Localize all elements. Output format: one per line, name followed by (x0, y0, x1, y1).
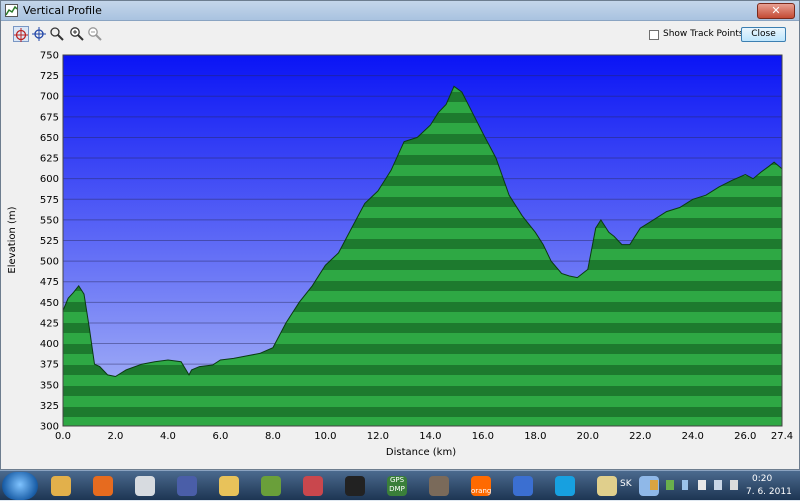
tray-network-icon[interactable] (666, 480, 674, 490)
y-tick-label: 400 (40, 339, 59, 350)
zoom-in-icon (70, 27, 84, 41)
y-tick-label: 575 (40, 195, 59, 206)
select-tool-button[interactable] (13, 26, 29, 42)
zoom-region-icon (50, 27, 64, 41)
x-tick-label: 26.0 (734, 431, 756, 442)
plot-area: 300 325 350 375 400 425 450 475 500 525 550 575 600 6… (1, 47, 799, 467)
notebook-icon (429, 476, 449, 496)
show-track-points-checkbox[interactable] (649, 30, 659, 40)
windows-explorer-icon (51, 476, 71, 496)
x-tick-label: 8.0 (265, 431, 281, 442)
battery-icon[interactable] (698, 480, 706, 490)
show-track-points-label: Show Track Points (663, 29, 744, 39)
y-tick-label: 625 (40, 154, 59, 165)
crosshair-icon (14, 28, 28, 42)
vertical-profile-window: Vertical Profile ✕ Show Track Points Clo… (0, 0, 800, 470)
x-tick-label: 2.0 (108, 431, 124, 442)
gps-app-icon (261, 476, 281, 496)
x-axis-ticks: 0.0 2.0 4.0 6.0 8.0 10.0 12.0 14.0 16.0 18.0 20.0 2… (55, 431, 793, 442)
taskbar-floppy-save-button[interactable] (171, 474, 203, 498)
taskbar-calculator-button[interactable] (129, 474, 161, 498)
y-tick-label: 450 (40, 298, 59, 309)
zoom-in-tool-button[interactable] (69, 26, 85, 42)
volume-icon[interactable] (730, 480, 738, 490)
x-tick-label: 20.0 (577, 431, 599, 442)
clock-time[interactable]: 0:20 (752, 474, 772, 484)
orange-icon: orange (471, 476, 491, 496)
y-tick-label: 475 (40, 277, 59, 288)
floppy-save-icon (177, 476, 197, 496)
signal-icon[interactable] (714, 480, 722, 490)
y-axis-ticks: 3003253503754004254504755005255505756006… (40, 51, 59, 433)
x-tick-label: 14.0 (419, 431, 441, 442)
folder-icon (219, 476, 239, 496)
x-tick-label: 4.0 (160, 431, 176, 442)
x-axis-label: Distance (km) (386, 447, 456, 458)
pan-tool-button[interactable] (31, 26, 47, 42)
window-close-button[interactable]: ✕ (757, 3, 795, 19)
y-tick-label: 425 (40, 318, 59, 329)
taskbar-skype-button[interactable] (549, 474, 581, 498)
taskbar-picasa-button[interactable] (297, 474, 329, 498)
skype-icon (555, 476, 575, 496)
taskbar-gps-dmp-button[interactable]: GPS DMP (381, 474, 413, 498)
gps-dmp-icon: GPS DMP (387, 476, 407, 496)
app-icon (5, 4, 18, 17)
y-axis-label: Elevation (m) (7, 206, 18, 273)
y-tick-label: 650 (40, 133, 59, 144)
taskbar-firefox-button[interactable] (87, 474, 119, 498)
taskbar-notebook-button[interactable] (423, 474, 455, 498)
google-earth-icon (513, 476, 533, 496)
taskbar: GPS DMP orange SK 0:20 7. 6. 2011 (0, 470, 800, 500)
app-icon-icon (345, 476, 365, 496)
taskbar-orange-button[interactable]: orange (465, 474, 497, 498)
x-tick-label: 10.0 (314, 431, 336, 442)
y-tick-label: 500 (40, 257, 59, 268)
tray-app-icon[interactable] (650, 480, 658, 490)
x-tick-label: 12.0 (367, 431, 389, 442)
picasa-icon (303, 476, 323, 496)
x-tick-label: 16.0 (472, 431, 494, 442)
system-tray: SK 0:20 7. 6. 2011 (600, 471, 800, 501)
zoom-box-tool-button[interactable] (49, 26, 65, 42)
y-tick-label: 600 (40, 174, 59, 185)
close-button[interactable]: Close (741, 27, 786, 42)
y-tick-label: 525 (40, 236, 59, 247)
zoom-out-tool-button[interactable] (87, 26, 103, 42)
y-tick-label: 750 (40, 51, 59, 62)
x-tick-label: 24.0 (682, 431, 704, 442)
y-tick-label: 550 (40, 215, 59, 226)
y-tick-label: 350 (40, 380, 59, 391)
firefox-icon (93, 476, 113, 496)
taskbar-app-icon-button[interactable] (339, 474, 371, 498)
language-indicator[interactable]: SK (620, 479, 632, 489)
y-tick-label: 675 (40, 112, 59, 123)
title-bar: Vertical Profile ✕ (1, 1, 799, 21)
move-icon (32, 27, 46, 41)
calculator-icon (135, 476, 155, 496)
y-tick-label: 375 (40, 360, 59, 371)
y-tick-label: 725 (40, 71, 59, 82)
window-title: Vertical Profile (23, 4, 102, 17)
taskbar-gps-app-button[interactable] (255, 474, 287, 498)
taskbar-folder-button[interactable] (213, 474, 245, 498)
bluetooth-icon[interactable] (682, 480, 688, 490)
elevation-chart: 3003253503754004254504755005255505756006… (7, 51, 793, 459)
x-tick-label: 6.0 (212, 431, 228, 442)
clock-date[interactable]: 7. 6. 2011 (746, 487, 792, 497)
x-tick-label: 27.4 (771, 431, 793, 442)
zoom-out-icon (88, 27, 102, 41)
start-button[interactable] (2, 472, 38, 500)
x-tick-label: 22.0 (629, 431, 651, 442)
taskbar-windows-explorer-button[interactable] (45, 474, 77, 498)
toolbar: Show Track Points Close (1, 22, 799, 46)
y-tick-label: 325 (40, 401, 59, 412)
x-tick-label: 18.0 (524, 431, 546, 442)
taskbar-google-earth-button[interactable] (507, 474, 539, 498)
y-tick-label: 700 (40, 92, 59, 103)
x-tick-label: 0.0 (55, 431, 71, 442)
